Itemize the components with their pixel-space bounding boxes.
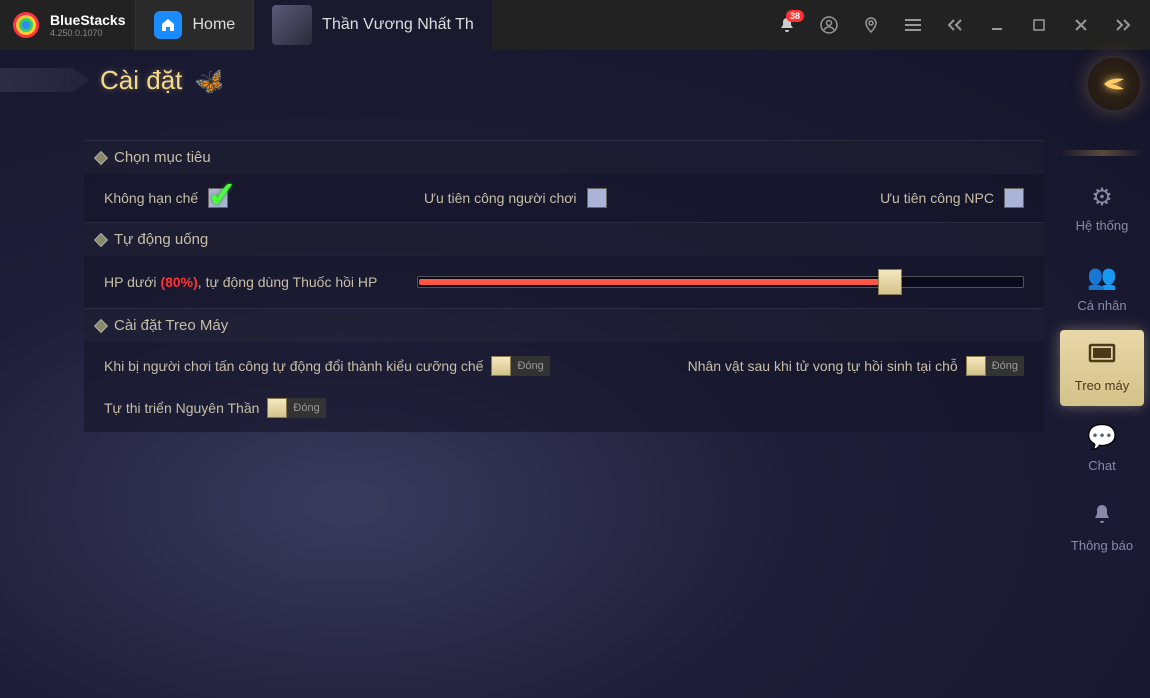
sidebar-label-afk: Treo máy bbox=[1075, 378, 1129, 393]
sidebar-divider bbox=[1060, 150, 1144, 156]
settings-sidebar: ⚙ Hệ thống 👥 Cá nhân Treo máy 💬 Chat Thô… bbox=[1060, 150, 1144, 566]
checkbox-npc[interactable] bbox=[1004, 188, 1024, 208]
toggle-forced[interactable]: Đóng bbox=[491, 356, 549, 376]
slider-thumb[interactable] bbox=[878, 269, 902, 295]
settings-panel: Chọn mục tiêu Không hạn chế ✓ Ưu tiên cô… bbox=[84, 140, 1044, 432]
toggle-nguyenthan-state: Đóng bbox=[287, 398, 325, 418]
section-header-afk: Cài đặt Treo Máy bbox=[84, 308, 1044, 342]
toggle-forced-state: Đóng bbox=[511, 356, 549, 376]
opt-forced-label: Khi bị người chơi tấn công tự động đổi t… bbox=[104, 358, 483, 374]
settings-header: Cài đặt 🦋 bbox=[0, 60, 182, 100]
home-icon bbox=[154, 11, 182, 39]
sidebar-item-chat[interactable]: 💬 Chat bbox=[1060, 410, 1144, 486]
header-decoration bbox=[0, 60, 90, 100]
notifications-icon[interactable]: 38 bbox=[768, 6, 806, 44]
toggle-knob bbox=[491, 356, 511, 376]
bluestacks-name: BlueStacks bbox=[50, 12, 125, 28]
slider-fill bbox=[419, 279, 891, 285]
chevrons-right-icon[interactable] bbox=[1104, 6, 1142, 44]
hp-slider[interactable] bbox=[417, 276, 1024, 288]
game-viewport: Cài đặt 🦋 Chọn mục tiêu Không hạn chế ✓ … bbox=[0, 50, 1150, 698]
people-icon: 👥 bbox=[1087, 263, 1117, 292]
minimize-icon[interactable] bbox=[978, 6, 1016, 44]
bluestacks-logo: BlueStacks 4.250.0.1070 bbox=[0, 9, 135, 41]
gears-icon: ⚙ bbox=[1091, 183, 1113, 212]
sidebar-label-personal: Cá nhân bbox=[1077, 298, 1126, 313]
section-title-afk: Cài đặt Treo Máy bbox=[114, 317, 228, 334]
section-header-target: Chọn mục tiêu bbox=[84, 140, 1044, 174]
sidebar-item-notify[interactable]: Thông báo bbox=[1060, 490, 1144, 566]
hp-slider-label: HP dưới (80%), tự động dùng Thuốc hồi HP bbox=[104, 274, 377, 290]
tab-home[interactable]: Home bbox=[135, 0, 253, 50]
opt-npc-label: Ưu tiên công NPC bbox=[880, 190, 994, 206]
close-window-icon[interactable] bbox=[1062, 6, 1100, 44]
section-body-potion: HP dưới (80%), tự động dùng Thuốc hồi HP bbox=[84, 256, 1044, 308]
game-thumb-icon bbox=[272, 5, 312, 45]
opt-unlimited-label: Không hạn chế bbox=[104, 190, 198, 206]
chevrons-left-icon[interactable] bbox=[936, 6, 974, 44]
opt-pvp-label: Ưu tiên công người chơi bbox=[424, 190, 577, 206]
chat-icon: 💬 bbox=[1087, 423, 1117, 452]
bluestacks-version: 4.250.0.1070 bbox=[50, 28, 125, 38]
bluestacks-topbar: BlueStacks 4.250.0.1070 Home Thần Vương … bbox=[0, 0, 1150, 50]
checkmark-icon: ✓ bbox=[207, 174, 237, 216]
butterfly-icon: 🦋 bbox=[192, 65, 228, 101]
afk-row-2: Tự thi triển Nguyên Thần Đóng bbox=[84, 390, 1044, 432]
menu-icon[interactable] bbox=[894, 6, 932, 44]
opt-nguyenthan-label: Tự thi triển Nguyên Thần bbox=[104, 400, 259, 416]
section-body-target: Không hạn chế ✓ Ưu tiên công người chơi … bbox=[84, 174, 1044, 222]
sidebar-label-notify: Thông báo bbox=[1071, 538, 1133, 553]
toggle-revive[interactable]: Đóng bbox=[966, 356, 1024, 376]
maximize-icon[interactable] bbox=[1020, 6, 1058, 44]
diamond-icon bbox=[94, 150, 108, 164]
sidebar-item-system[interactable]: ⚙ Hệ thống bbox=[1060, 170, 1144, 246]
notification-badge: 38 bbox=[786, 10, 804, 22]
opt-revive-label: Nhân vật sau khi tử vong tự hồi sinh tại… bbox=[688, 358, 958, 374]
toggle-knob bbox=[966, 356, 986, 376]
toggle-nguyenthan[interactable]: Đóng bbox=[267, 398, 325, 418]
toggle-knob bbox=[267, 398, 287, 418]
toggle-revive-state: Đóng bbox=[986, 356, 1024, 376]
checkbox-pvp[interactable] bbox=[587, 188, 607, 208]
hp-percent-value: (80%) bbox=[160, 274, 197, 290]
bell-icon bbox=[1092, 503, 1112, 532]
sidebar-label-chat: Chat bbox=[1088, 458, 1115, 473]
afk-row-1: Khi bị người chơi tấn công tự động đổi t… bbox=[84, 342, 1044, 390]
sidebar-item-afk[interactable]: Treo máy bbox=[1060, 330, 1144, 406]
sidebar-item-personal[interactable]: 👥 Cá nhân bbox=[1060, 250, 1144, 326]
diamond-icon bbox=[94, 232, 108, 246]
location-icon[interactable] bbox=[852, 6, 890, 44]
account-icon[interactable] bbox=[810, 6, 848, 44]
checkbox-unlimited[interactable]: ✓ bbox=[208, 188, 228, 208]
section-title-target: Chọn mục tiêu bbox=[114, 149, 211, 166]
section-header-potion: Tự động uống bbox=[84, 222, 1044, 256]
sidebar-label-system: Hệ thống bbox=[1076, 218, 1129, 233]
tab-home-label: Home bbox=[192, 16, 235, 34]
tab-game[interactable]: Thần Vương Nhất Th bbox=[253, 0, 492, 50]
bluestacks-logo-icon bbox=[10, 9, 42, 41]
monitor-icon bbox=[1088, 343, 1116, 372]
close-settings-button[interactable] bbox=[1088, 58, 1140, 110]
settings-title: Cài đặt bbox=[100, 65, 182, 96]
diamond-icon bbox=[94, 318, 108, 332]
tab-game-label: Thần Vương Nhất Th bbox=[322, 16, 474, 34]
section-title-potion: Tự động uống bbox=[114, 231, 208, 248]
